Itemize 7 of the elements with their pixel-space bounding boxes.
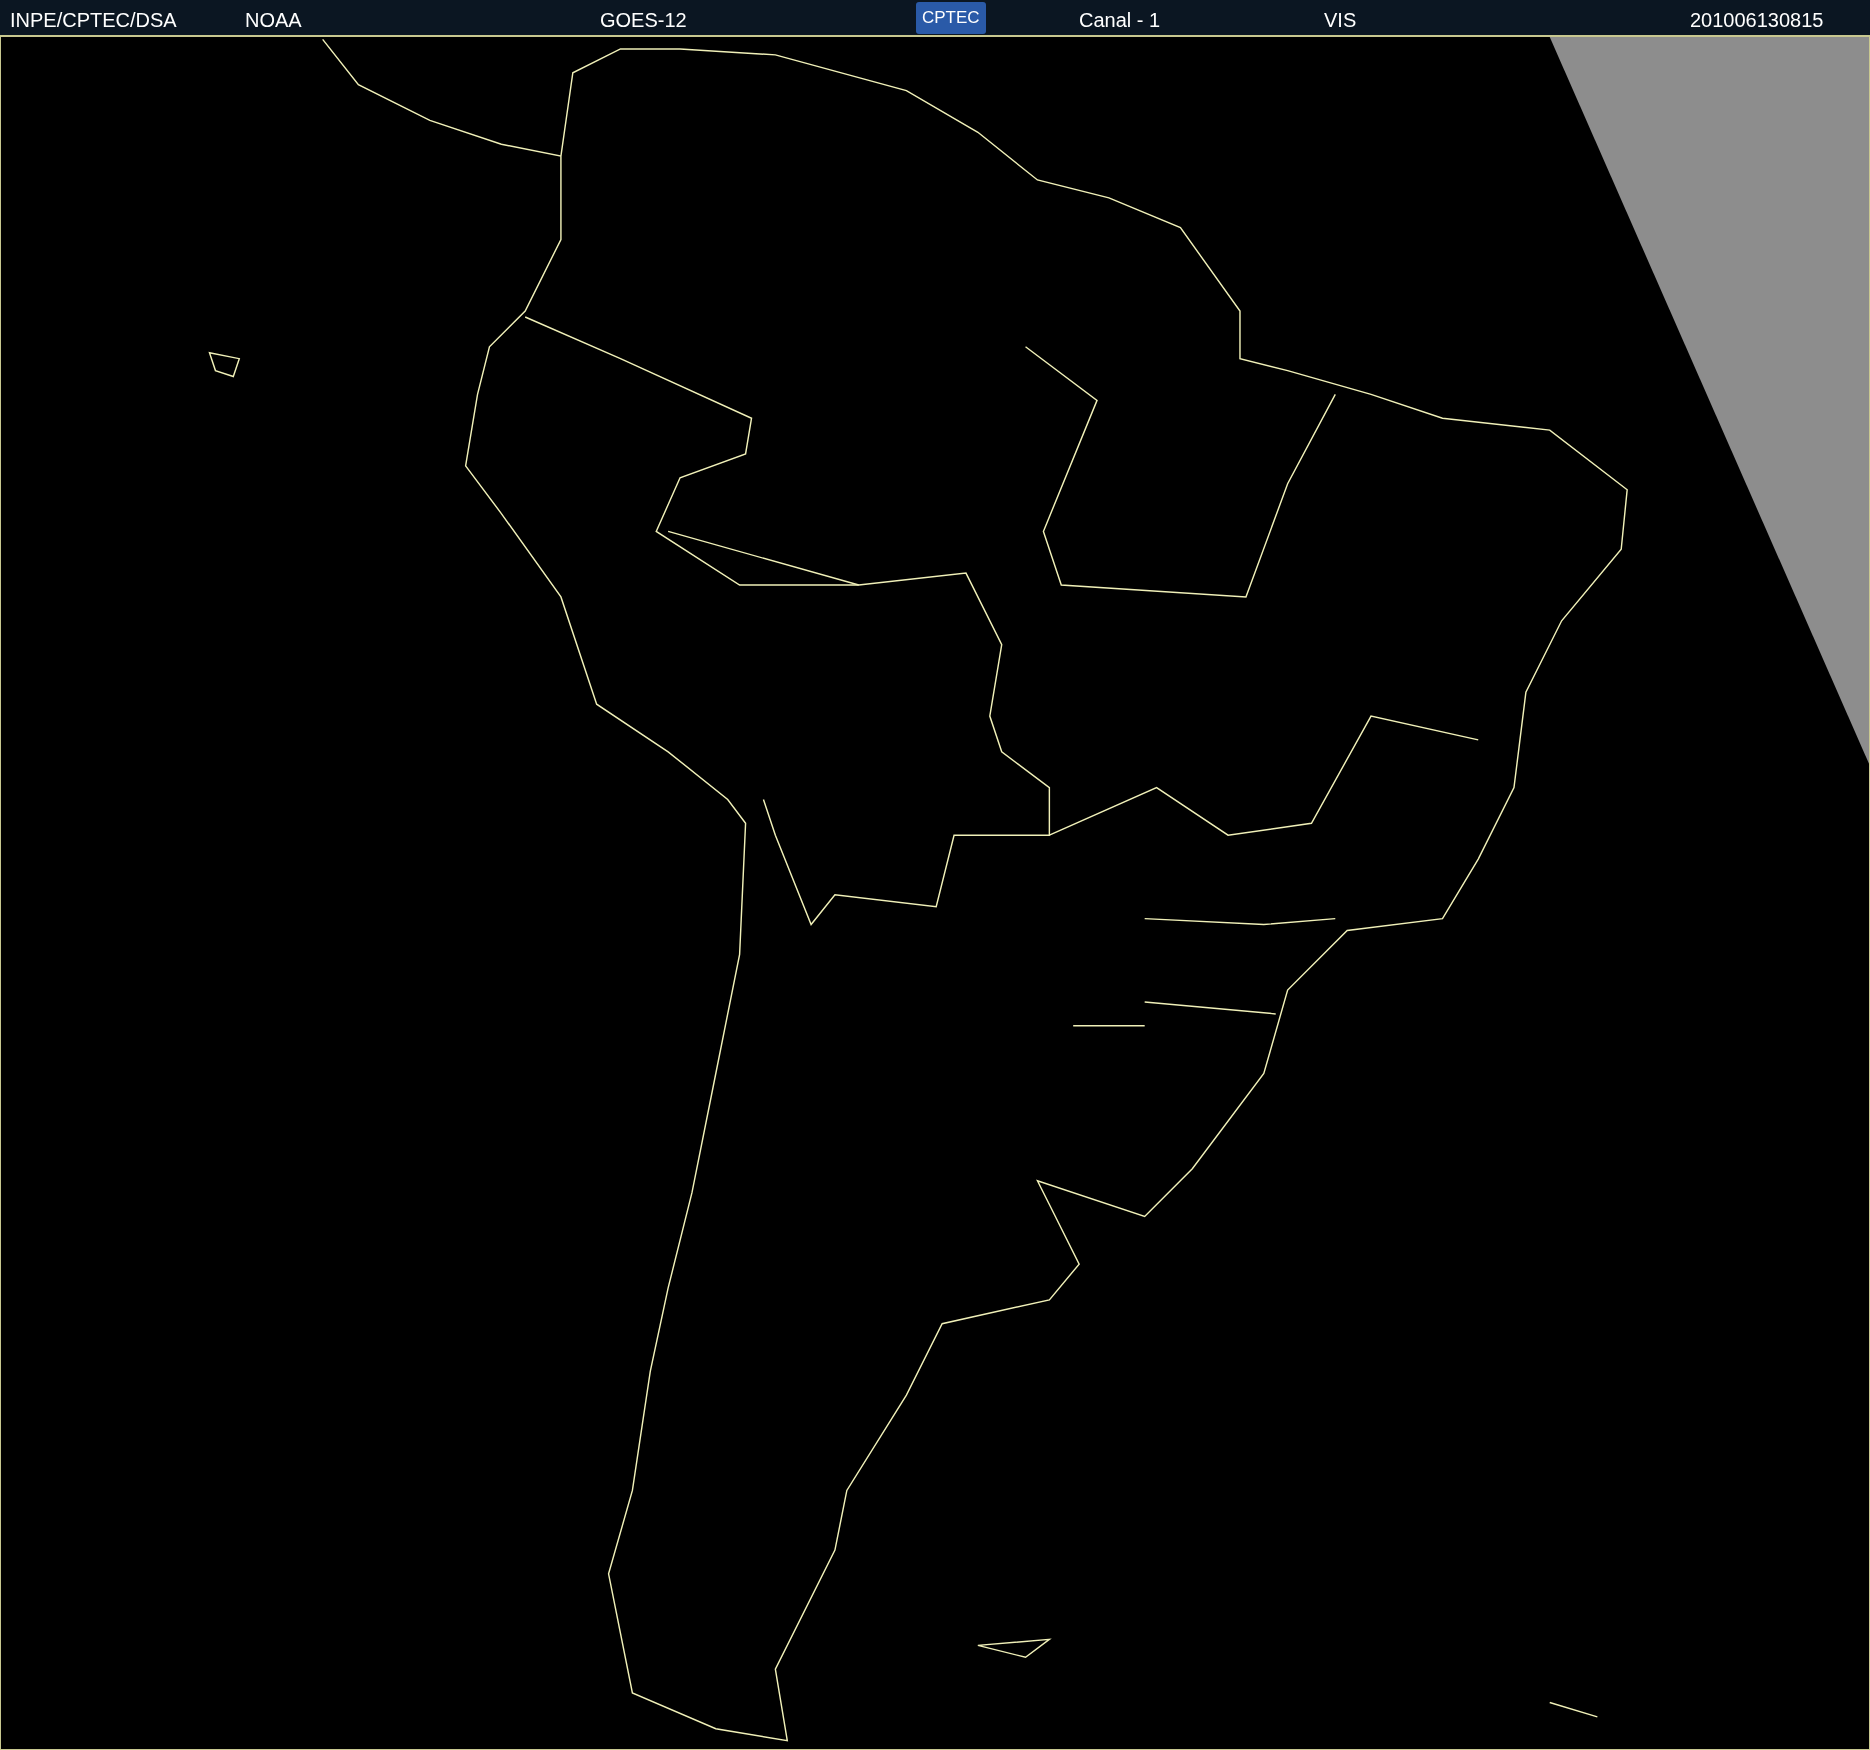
header-label: VIS bbox=[1324, 8, 1357, 33]
header-label: INPE/CPTEC/DSA bbox=[10, 8, 177, 33]
header-label: Canal - 1 bbox=[1079, 8, 1161, 33]
header-label: NOAA bbox=[245, 8, 302, 33]
header-label: GOES-12 bbox=[600, 8, 687, 33]
logo: CPTEC bbox=[916, 2, 986, 34]
header-label: 201006130815 bbox=[1690, 8, 1824, 33]
